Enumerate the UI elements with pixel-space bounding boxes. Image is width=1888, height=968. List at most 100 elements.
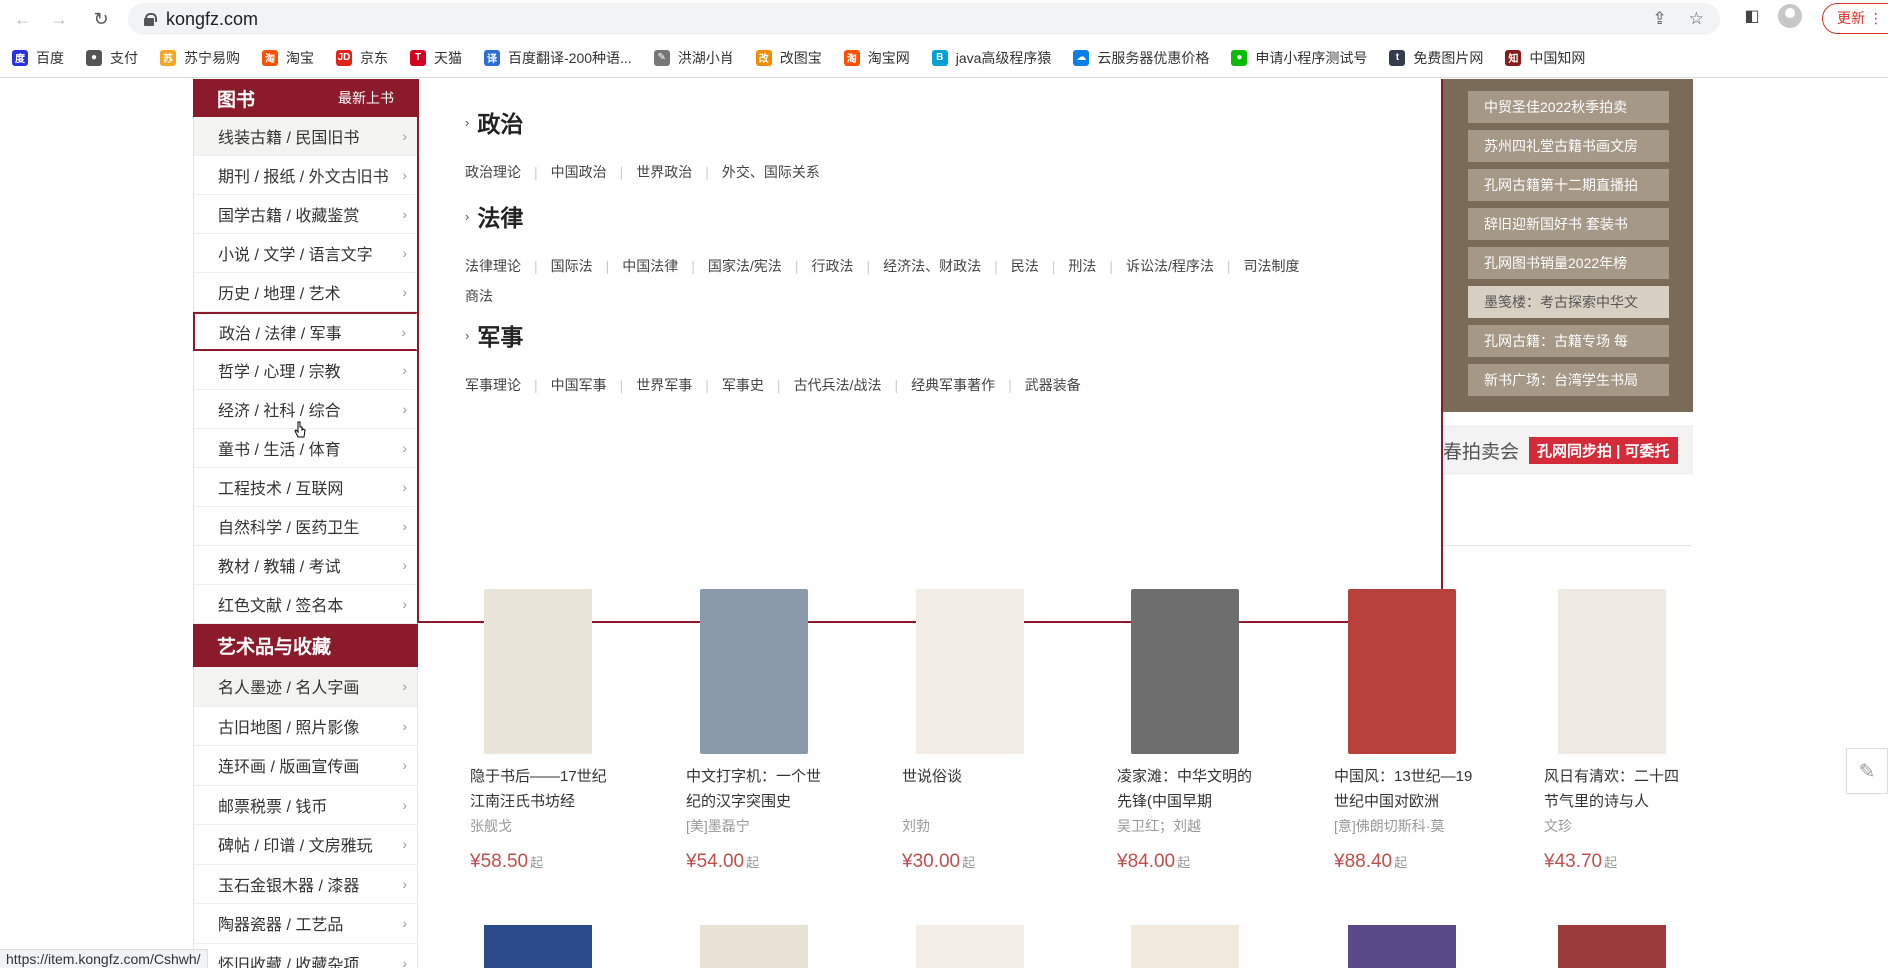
flyout-subcategory-link[interactable]: 外交、国际关系 (722, 164, 820, 180)
flyout-subcategory-link[interactable]: 刑法 (1068, 258, 1096, 274)
promo-item[interactable]: 新书广场：台湾学生书局 (1468, 364, 1669, 396)
flyout-subcategory-link[interactable]: 中国法律 (622, 258, 678, 274)
book-title[interactable]: 世说俗谈 (902, 764, 1042, 814)
flyout-subcategory-link[interactable]: 行政法 (811, 258, 853, 274)
bookmark-item[interactable]: ● 支付 (86, 48, 138, 68)
sidebar-category-item[interactable]: 工程技术 / 互联网 › (193, 468, 418, 507)
art-category-item[interactable]: 陶器瓷器 / 工艺品 › (193, 904, 418, 944)
promo-item[interactable]: 墨笺楼：考古探索中华文 (1468, 286, 1669, 318)
sidebar-category-item[interactable]: 哲学 / 心理 / 宗教 › (193, 351, 418, 390)
flyout-subcategory-link[interactable]: 司法制度 (1244, 258, 1300, 274)
sidebar-category-item[interactable]: 政治 / 法律 / 军事 › (193, 312, 418, 351)
book-title[interactable]: 中文打字机：一个世纪的汉字突围史 (686, 764, 826, 814)
book-cover-image[interactable] (1131, 925, 1239, 968)
book-author[interactable]: 刘勃 (902, 814, 1042, 839)
auction-bar[interactable]: 春拍卖会 孔网同步拍 | 可委托 (1443, 425, 1693, 475)
reload-icon[interactable]: ↻ (86, 4, 116, 34)
sidebar-category-item[interactable]: 红色文献 / 签名本 › (193, 585, 418, 624)
book-cover-image[interactable] (1558, 589, 1666, 754)
bookmark-item[interactable]: ✎ 洪湖小肖 (653, 48, 734, 68)
book-cover-image[interactable] (1348, 925, 1456, 968)
bookmark-item[interactable]: ☁ 云服务器优惠价格 (1073, 48, 1209, 68)
art-category-item[interactable]: 碑帖 / 印谱 / 文房雅玩 › (193, 825, 418, 865)
update-button[interactable]: 更新 ⋮ (1822, 3, 1888, 34)
art-category-item[interactable]: 怀旧收藏 / 收藏杂项 › (193, 943, 418, 968)
sidebar-category-item[interactable]: 线装古籍 / 民国旧书 › (193, 117, 418, 156)
bookmark-item[interactable]: Bjava高级程序猿 (931, 48, 1051, 68)
book-cover-image[interactable] (1131, 589, 1239, 754)
address-bar[interactable]: kongfz.com ⇪ ☆ (128, 3, 1720, 35)
bookmark-item[interactable]: JD 京东 (336, 48, 388, 68)
flyout-category-title[interactable]: › 政治 (465, 105, 1375, 139)
share-icon[interactable]: ⇪ (1653, 9, 1667, 29)
flyout-subcategory-link[interactable]: 古代兵法/战法 (794, 377, 882, 393)
side-panel-icon[interactable]: ◧ (1740, 4, 1764, 28)
flyout-subcategory-link[interactable]: 商法 (465, 288, 493, 304)
flyout-subcategory-link[interactable]: 中国政治 (551, 164, 607, 180)
profile-avatar[interactable] (1778, 4, 1802, 28)
books-header-title[interactable]: 图书 (217, 85, 255, 112)
art-category-item[interactable]: 名人墨迹 / 名人字画 › (193, 667, 418, 707)
bookmark-item[interactable]: ● 申请小程序测试号 (1231, 48, 1367, 68)
book-author[interactable]: 吴卫红；刘越 (1117, 814, 1257, 839)
book-card[interactable]: 风日有清欢：二十四节气里的诗与人 文珍 ¥43.70 起 (1544, 589, 1684, 873)
bookmark-item[interactable]: 知中国知网 (1505, 48, 1585, 68)
flyout-category-title[interactable]: › 军事 (465, 318, 1375, 352)
promo-item[interactable]: 辞旧迎新国好书 套装书 (1468, 208, 1669, 240)
art-category-item[interactable]: 邮票税票 / 钱币 › (193, 785, 418, 825)
sidebar-category-item[interactable]: 历史 / 地理 / 艺术 › (193, 273, 418, 312)
book-cover-image[interactable] (484, 589, 592, 754)
flyout-subcategory-link[interactable]: 政治理论 (465, 164, 521, 180)
book-card[interactable]: 中文打字机：一个世纪的汉字突围史 [美]墨磊宁 ¥54.00 起 (686, 589, 826, 873)
sidebar-category-item[interactable]: 期刊 / 报纸 / 外文古旧书 › (193, 156, 418, 195)
art-category-item[interactable]: 古旧地图 / 照片影像 › (193, 706, 418, 746)
sidebar-category-item[interactable]: 国学古籍 / 收藏鉴赏 › (193, 195, 418, 234)
url-text[interactable]: kongfz.com (166, 9, 258, 30)
flyout-subcategory-link[interactable]: 经典军事著作 (911, 377, 995, 393)
book-cover-image[interactable] (700, 589, 808, 754)
flyout-subcategory-link[interactable]: 民法 (1011, 258, 1039, 274)
bookmark-item[interactable]: 淘淘宝 (262, 48, 314, 68)
bookmark-item[interactable]: 淘淘宝网 (843, 48, 910, 68)
book-cover-image[interactable] (916, 925, 1024, 968)
promo-item[interactable]: 中贸圣佳2022秋季拍卖 (1468, 91, 1669, 123)
book-cover-image[interactable] (1348, 589, 1456, 754)
flyout-category-title[interactable]: › 法律 (465, 199, 1375, 233)
flyout-subcategory-link[interactable]: 法律理论 (465, 258, 521, 274)
book-cover-image[interactable] (1558, 925, 1666, 968)
edit-icon[interactable]: ✎ (1846, 748, 1888, 794)
sidebar-category-item[interactable]: 教材 / 教辅 / 考试 › (193, 546, 418, 585)
star-icon[interactable]: ☆ (1689, 9, 1704, 29)
flyout-subcategory-link[interactable]: 武器装备 (1025, 377, 1081, 393)
art-header[interactable]: 艺术品与收藏 (193, 624, 418, 667)
flyout-subcategory-link[interactable]: 诉讼法/程序法 (1126, 258, 1214, 274)
bookmark-item[interactable]: t 免费图片网 (1389, 48, 1483, 68)
book-card[interactable]: 隐于书后——17世纪江南汪氏书坊经 张舰戈 ¥58.50 起 (470, 589, 610, 873)
bookmark-item[interactable]: 度百度 (12, 48, 64, 68)
book-cover-image[interactable] (916, 589, 1024, 754)
book-title[interactable]: 凌家滩：中华文明的先锋(中国早期 (1117, 764, 1257, 814)
flyout-subcategory-link[interactable]: 中国军事 (551, 377, 607, 393)
latest-books-link[interactable]: 最新上书 (338, 88, 394, 108)
bookmark-item[interactable]: 译百度翻译-200种语... (484, 48, 632, 68)
flyout-subcategory-link[interactable]: 世界军事 (636, 377, 692, 393)
book-author[interactable]: 张舰戈 (470, 814, 610, 839)
bookmark-item[interactable]: 苏苏宁易购 (160, 48, 240, 68)
promo-item[interactable]: 孔网古籍：古籍专场 每 (1468, 325, 1669, 357)
book-card[interactable]: 世说俗谈 刘勃 ¥30.00 起 (902, 589, 1042, 873)
book-title[interactable]: 隐于书后——17世纪江南汪氏书坊经 (470, 764, 610, 814)
art-category-item[interactable]: 玉石金银木器 / 漆器 › (193, 864, 418, 904)
sidebar-category-item[interactable]: 自然科学 / 医药卫生 › (193, 507, 418, 546)
book-card[interactable]: 凌家滩：中华文明的先锋(中国早期 吴卫红；刘越 ¥84.00 起 (1117, 589, 1257, 873)
promo-item[interactable]: 孔网古籍第十二期直播拍 (1468, 169, 1669, 201)
art-category-item[interactable]: 连环画 / 版画宣传画 › (193, 746, 418, 786)
flyout-subcategory-link[interactable]: 军事理论 (465, 377, 521, 393)
book-author[interactable]: 文珍 (1544, 814, 1684, 839)
promo-item[interactable]: 苏州四礼堂古籍书画文房 (1468, 130, 1669, 162)
book-title[interactable]: 中国风：13世纪—19世纪中国对欧洲 (1334, 764, 1474, 814)
book-cover-image[interactable] (700, 925, 808, 968)
book-author[interactable]: [美]墨磊宁 (686, 814, 826, 839)
flyout-subcategory-link[interactable]: 世界政治 (636, 164, 692, 180)
book-author[interactable]: [意]佛朗切斯科·莫 (1334, 814, 1474, 839)
flyout-subcategory-link[interactable]: 国家法/宪法 (708, 258, 782, 274)
